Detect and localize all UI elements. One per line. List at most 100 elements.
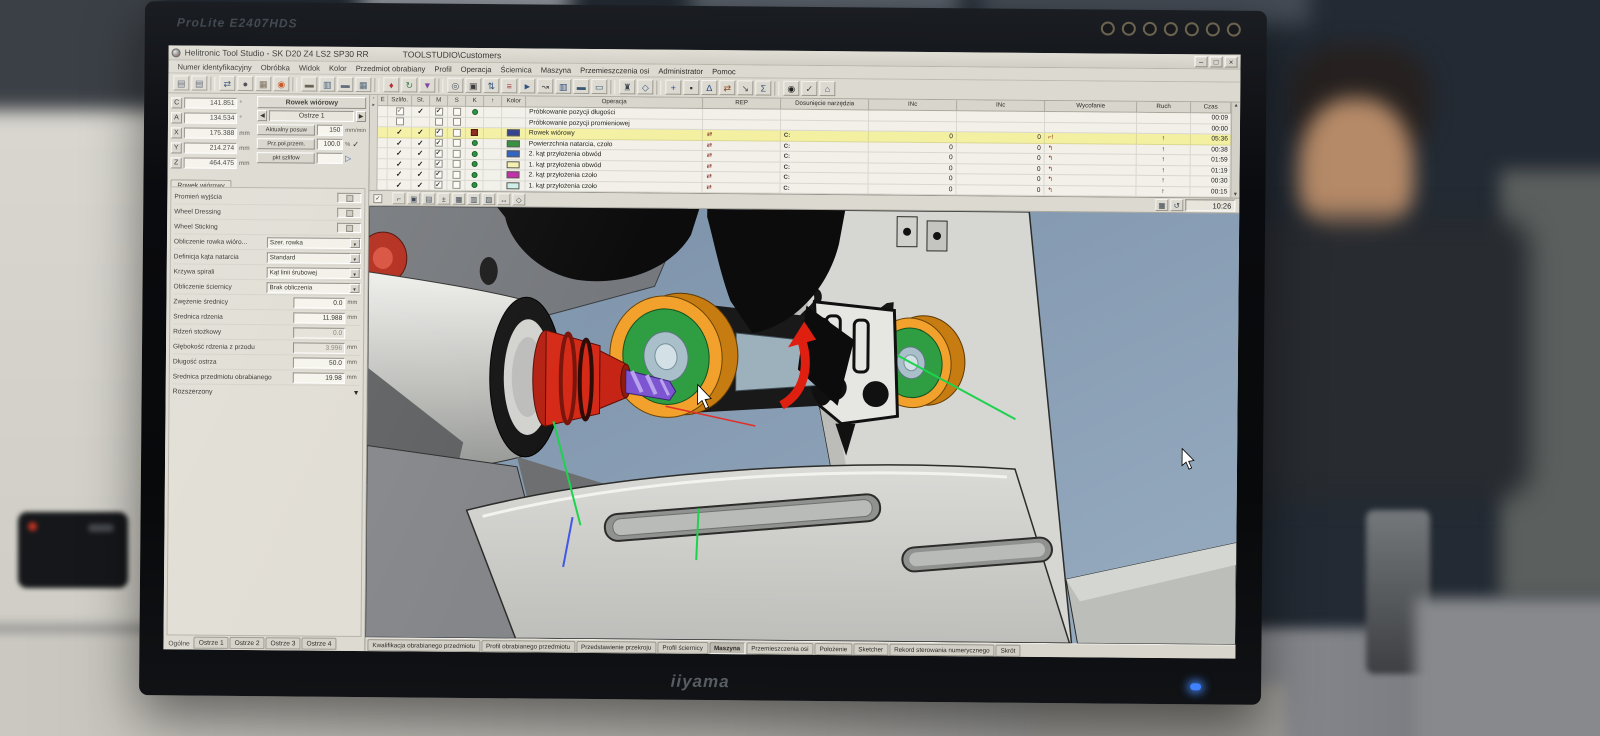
check-cell[interactable]: ✓ (412, 106, 430, 117)
axis-button[interactable]: Z (171, 157, 182, 168)
check-cell[interactable] (448, 128, 466, 139)
dropdown[interactable]: Brak obliczenia▼ (267, 282, 361, 294)
toolbar-icon[interactable]: Δ (701, 80, 717, 95)
left-tab[interactable]: Ogólne (167, 640, 192, 648)
check-cell[interactable] (448, 159, 466, 170)
menu-item[interactable]: Numer identyfikacyjny (173, 62, 255, 72)
input-field[interactable]: 19.98 (293, 372, 345, 383)
column-header[interactable]: Czas (1191, 102, 1231, 113)
check-cell[interactable]: ✓ (411, 180, 429, 191)
check-cell[interactable] (448, 149, 466, 160)
machine-3d-viewport[interactable]: 2 1 (366, 206, 1240, 645)
view-tab[interactable]: Rekord sterowania numerycznego (889, 643, 995, 656)
grind-point-value[interactable] (317, 153, 343, 164)
menu-item[interactable]: Widok (295, 63, 324, 72)
column-header[interactable]: E (378, 95, 388, 106)
table-scrollbar[interactable]: ▲▼ (1230, 103, 1240, 198)
osd-button[interactable] (1185, 22, 1199, 36)
check-cell[interactable]: ✓ (412, 159, 430, 170)
axis-button[interactable]: A (171, 112, 182, 123)
check-cell[interactable] (430, 117, 448, 128)
toolbar-icon[interactable]: ⇄ (719, 80, 735, 95)
checkbox[interactable] (337, 208, 361, 218)
viewport-tool-icon[interactable]: ▦ (1155, 199, 1168, 211)
column-header[interactable]: St. (412, 95, 430, 106)
toolbar-icon[interactable]: ▣ (465, 78, 481, 93)
column-header[interactable]: M (430, 96, 448, 107)
view-tab[interactable]: Kwalifikacja obrabianego przedmiotu (367, 639, 480, 652)
viewport-tool-icon[interactable]: ▧ (482, 193, 495, 205)
check-cell[interactable]: ✓ (388, 106, 412, 117)
axis-button[interactable]: C (171, 97, 182, 108)
checkbox[interactable] (337, 223, 361, 233)
viewport-tool-icon[interactable]: ▣ (407, 192, 420, 204)
column-header[interactable]: Wycofanie (1045, 101, 1137, 113)
view-tab[interactable]: Przedstawienie przekroju (576, 640, 656, 653)
check-cell[interactable]: ✓ (388, 159, 412, 170)
toolbar-icon[interactable]: ▥ (319, 77, 335, 92)
check-cell[interactable] (388, 117, 412, 128)
check-cell[interactable] (448, 138, 466, 149)
toolbar-icon[interactable]: ♜ (619, 79, 635, 94)
viewport-tool-icon[interactable]: ↺ (1170, 199, 1183, 211)
next-blade-button[interactable]: ▶ (356, 111, 366, 122)
dropdown[interactable]: Kąt linii śrubowej▼ (267, 267, 361, 279)
prev-blade-button[interactable]: ◀ (257, 110, 267, 121)
toolbar-icon[interactable]: ◇ (637, 79, 653, 94)
check-cell[interactable] (412, 117, 430, 128)
close-button[interactable]: × (1225, 56, 1238, 67)
check-cell[interactable]: ✓ (387, 180, 411, 191)
toolbar-icon[interactable]: ≡ (501, 78, 517, 93)
menu-item[interactable]: Ściernica (496, 65, 535, 74)
play-icon[interactable]: ▷ (345, 154, 351, 163)
toolbar-icon[interactable]: ▭ (591, 79, 607, 94)
toolbar-icon[interactable]: ⇅ (483, 78, 499, 93)
checkbox[interactable] (337, 193, 361, 203)
toolbar-icon[interactable]: ◉ (273, 76, 289, 91)
menu-item[interactable]: Maszyna (537, 65, 575, 74)
check-cell[interactable]: ✓ (412, 148, 430, 159)
input-field[interactable]: 11.988 (293, 312, 345, 323)
menu-item[interactable]: Obróbka (257, 63, 294, 72)
check-cell[interactable]: ✓ (430, 159, 448, 170)
blade-selector[interactable]: Ostrze 1 (269, 110, 354, 122)
left-tab[interactable]: Ostrze 4 (301, 638, 336, 650)
check-cell[interactable]: ✓ (429, 170, 447, 181)
viewport-tool-icon[interactable]: ▥ (467, 193, 480, 205)
toolbar-icon[interactable]: Σ (755, 80, 771, 95)
check-cell[interactable]: ✓ (429, 180, 447, 191)
viewport-tool-icon[interactable]: ± (437, 193, 450, 205)
menu-item[interactable]: Operacja (457, 64, 496, 73)
check-cell[interactable]: ✓ (387, 169, 411, 180)
toolbar-icon[interactable]: ▦ (355, 77, 371, 92)
osd-button[interactable] (1227, 23, 1241, 37)
viewport-checkbox[interactable]: ✓ (373, 194, 382, 203)
check-cell[interactable] (447, 170, 465, 181)
view-tab[interactable]: Przemieszczenia osi (746, 642, 814, 655)
left-tab[interactable]: Ostrze 1 (194, 637, 229, 649)
osd-button[interactable] (1122, 22, 1136, 36)
column-header[interactable]: INc (957, 100, 1045, 112)
view-tab[interactable]: Maszyna (709, 642, 745, 654)
toolbar-icon[interactable]: ◉ (783, 81, 799, 96)
viewport-tool-icon[interactable]: ▦ (452, 193, 465, 205)
check-cell[interactable]: ✓ (411, 169, 429, 180)
column-header[interactable]: K (466, 96, 484, 107)
menu-item[interactable]: Profil (430, 64, 455, 73)
toolbar-icon[interactable]: ▦ (255, 76, 271, 91)
column-header[interactable]: REP (703, 98, 781, 110)
feed-value[interactable]: 150 (317, 125, 343, 136)
check-cell[interactable]: ✓ (388, 138, 412, 149)
toolbar-icon[interactable]: ▥ (555, 79, 571, 94)
menu-item[interactable]: Przemieszczenia osi (576, 65, 653, 75)
toolbar-icon[interactable]: ● (237, 76, 253, 91)
toolbar-icon[interactable]: ✓ (801, 81, 817, 96)
view-tab[interactable]: Profil obrabianego przedmiotu (481, 640, 575, 653)
override-value[interactable]: 100.0 (317, 139, 343, 150)
toolbar-icon[interactable]: ▤ (173, 75, 189, 90)
viewport-tool-icon[interactable]: ↔ (497, 193, 510, 205)
check-cell[interactable]: ✓ (412, 138, 430, 149)
view-tab[interactable]: Skrót (996, 644, 1021, 656)
toolbar-icon[interactable]: ↝ (537, 79, 553, 94)
menu-item[interactable]: Przedmiot obrabiany (352, 63, 430, 73)
